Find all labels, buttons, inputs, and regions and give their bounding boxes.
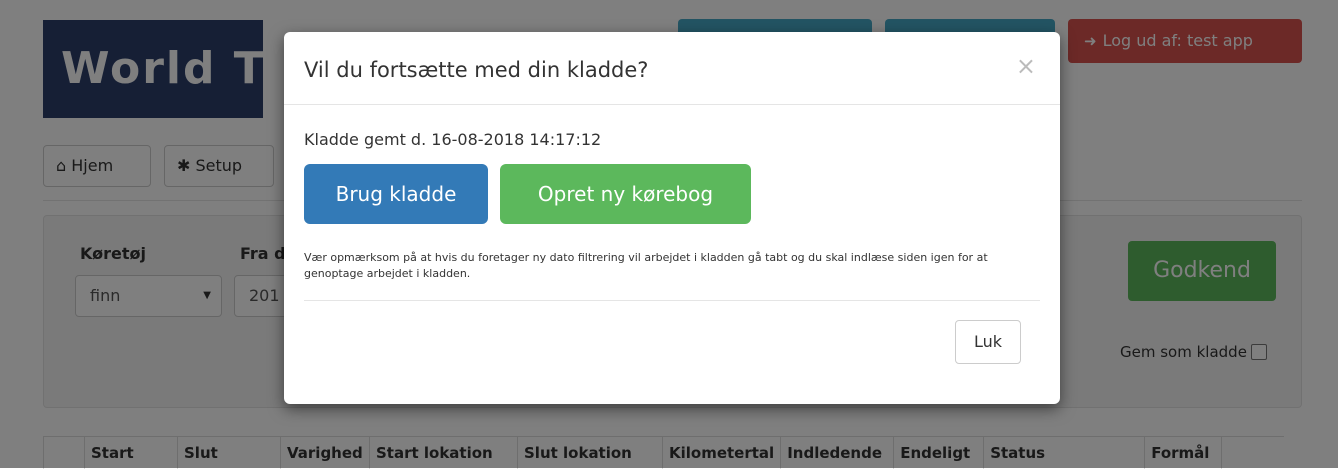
new-logbook-button[interactable]: Opret ny kørebog [500,164,751,224]
draft-warning-text: Vær opmærksom på at hvis du foretager ny… [304,250,1034,282]
draft-modal: Vil du fortsætte med din kladde? × Kladd… [284,32,1060,404]
close-button[interactable]: Luk [955,320,1021,364]
draft-saved-text: Kladde gemt d. 16-08-2018 14:17:12 [304,130,601,149]
close-icon[interactable]: × [1016,52,1036,80]
modal-title: Vil du fortsætte med din kladde? [304,58,648,82]
use-draft-button[interactable]: Brug kladde [304,164,488,224]
modal-footer-divider [304,300,1040,301]
modal-divider [284,104,1060,105]
